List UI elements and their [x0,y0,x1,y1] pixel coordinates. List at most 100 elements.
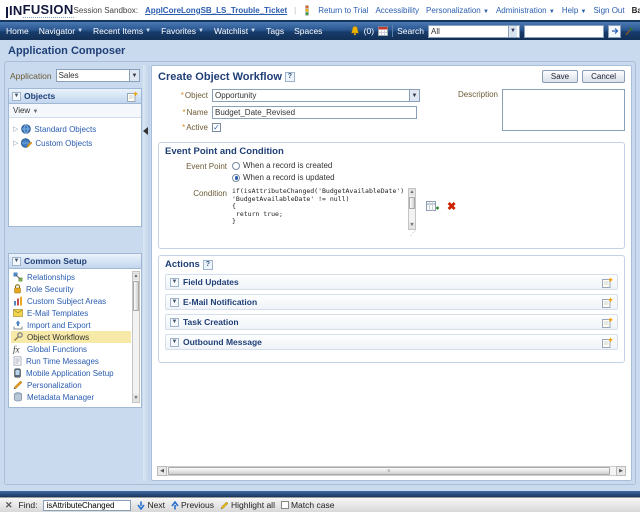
highlighter-icon [220,501,229,509]
find-previous-button[interactable]: Previous [171,500,214,510]
match-case-checkbox[interactable]: Match case [280,500,334,510]
expand-icon[interactable]: ▼ [170,277,179,287]
setup-item-import-export[interactable]: Import and Export [11,319,131,331]
tree-item-label: Custom Objects [35,138,93,148]
collapse-icon[interactable]: ▼ [12,256,21,266]
nav-tags[interactable]: Tags [266,26,284,36]
nav-navigator[interactable]: Navigator ▼ [39,26,83,36]
cancel-button[interactable]: Cancel [582,70,625,83]
name-input[interactable] [212,106,417,119]
setup-item-metadata-manager[interactable]: Metadata Manager [11,391,131,403]
action-row-field-updates: ▼ Field Updates [165,274,618,290]
setup-item-global-functions[interactable]: fx Global Functions [11,343,131,355]
search-go-button[interactable] [608,24,621,38]
nav-recent-items[interactable]: Recent Items ▼ [93,26,151,36]
chevron-down-icon[interactable]: ▼ [129,70,139,81]
setup-item-run-time-messages[interactable]: Run Time Messages [11,355,131,367]
advanced-search-icon[interactable] [625,26,634,36]
expand-icon[interactable]: ▼ [170,337,179,347]
setup-item-mobile-application-setup[interactable]: Mobile Application Setup [11,367,131,379]
nav-watchlist[interactable]: Watchlist ▼ [214,26,256,36]
help-icon[interactable]: ? [284,71,295,82]
object-label: *Object [180,91,208,100]
active-checkbox[interactable]: ✓ [212,123,221,132]
chevron-down-icon: ▼ [580,8,587,15]
expand-icon[interactable]: ▷ [13,139,18,147]
application-select[interactable]: Sales ▼ [55,69,140,82]
sign-out-link[interactable]: Sign Out [593,6,624,15]
expand-icon[interactable]: ▼ [170,317,179,327]
chevron-down-icon[interactable]: ▼ [508,25,517,37]
object-select[interactable]: Opportunity ▼ [212,89,420,102]
nav-home[interactable]: Home [6,26,29,36]
scroll-down-icon[interactable]: ▼ [133,394,139,402]
radio-record-created[interactable] [232,161,240,170]
condition-scrollbar[interactable]: ▲ ▼ [408,188,416,230]
expression-builder-icon[interactable] [426,200,439,213]
expand-icon[interactable]: ▷ [13,125,18,133]
find-input[interactable] [43,499,132,511]
return-to-trial-link[interactable]: Return to Trial [318,6,368,15]
setup-item-label: Import and Export [27,320,91,330]
setup-item-email-templates[interactable]: E-Mail Templates [11,307,131,319]
new-email-notification-icon[interactable] [602,296,613,308]
tree-item-standard-objects[interactable]: ▷ Standard Objects [11,122,139,136]
scrollbar-thumb[interactable]: ≡ [168,467,610,475]
sandbox-link[interactable]: ApplCoreLongSB_LS_Trouble_Ticket [145,6,287,15]
new-task-creation-icon[interactable] [602,316,613,328]
new-outbound-message-icon[interactable] [602,336,613,348]
logo-text: IN [9,3,23,18]
messages-icon [13,356,22,366]
expand-icon[interactable]: ▼ [170,297,179,307]
infusion-logo: IN FUSION [6,2,74,18]
radio-record-updated[interactable] [232,173,240,182]
splitter-collapse-icon[interactable] [143,127,148,135]
setup-item-relationships[interactable]: Relationships [11,271,131,283]
chevron-down-icon[interactable]: ▼ [409,90,419,101]
panel-splitter[interactable] [143,65,150,481]
scrollbar-thumb[interactable] [409,197,415,209]
save-button[interactable]: Save [541,70,579,83]
resize-grip-icon[interactable]: ⋰ [410,230,416,237]
condition-code[interactable]: if(isAttributeChanged('BudgetAvailableDa… [232,188,404,230]
help-menu[interactable]: Help ▼ [562,6,587,15]
collapse-icon[interactable]: ▼ [12,91,21,101]
scroll-left-icon[interactable]: ◀ [157,466,167,476]
find-next-button[interactable]: Next [137,500,165,510]
setup-item-personalization[interactable]: Personalization [11,379,131,391]
setup-item-role-security[interactable]: Role Security [11,283,131,295]
setup-item-label: Run Time Messages [26,356,99,366]
help-icon[interactable]: ? [202,259,213,270]
calendar-icon[interactable] [378,26,389,36]
description-textarea[interactable] [502,89,625,131]
scroll-down-icon[interactable]: ▼ [409,222,415,229]
delete-condition-icon[interactable]: ✖ [447,201,456,212]
administration-menu[interactable]: Administration ▼ [496,6,555,15]
search-input[interactable] [524,24,604,38]
action-row-email-notification: ▼ E-Mail Notification [165,294,618,310]
setup-item-object-workflows[interactable]: Object Workflows [11,331,131,343]
checkbox-icon[interactable] [280,501,289,509]
globe-icon [21,124,32,134]
horizontal-scrollbar[interactable]: ◀ ≡ ▶ [157,466,626,476]
arrow-down-icon [137,501,146,510]
tree-item-label: Standard Objects [34,124,97,134]
alerts-bell-icon[interactable] [350,26,360,36]
scroll-up-icon[interactable]: ▲ [133,272,139,280]
view-menu[interactable]: View ▼ [13,106,38,115]
new-object-icon[interactable] [127,90,138,102]
nav-spaces[interactable]: Spaces [294,26,322,36]
scroll-right-icon[interactable]: ▶ [616,466,626,476]
new-field-update-icon[interactable] [602,276,613,288]
close-findbar-icon[interactable]: ✕ [5,500,13,511]
setup-item-custom-subject-areas[interactable]: Custom Subject Areas [11,295,131,307]
tree-item-custom-objects[interactable]: ▷ Custom Objects [11,136,139,150]
personalization-menu[interactable]: Personalization ▼ [426,6,489,15]
accessibility-link[interactable]: Accessibility [375,6,419,15]
search-scope-select[interactable]: All ▼ [428,24,520,38]
scrollbar-thumb[interactable] [133,281,139,311]
scroll-up-icon[interactable]: ▲ [409,189,415,196]
common-setup-scrollbar[interactable]: ▲ ▼ [132,271,140,403]
nav-favorites[interactable]: Favorites ▼ [161,26,204,36]
highlight-all-button[interactable]: Highlight all [220,500,275,510]
